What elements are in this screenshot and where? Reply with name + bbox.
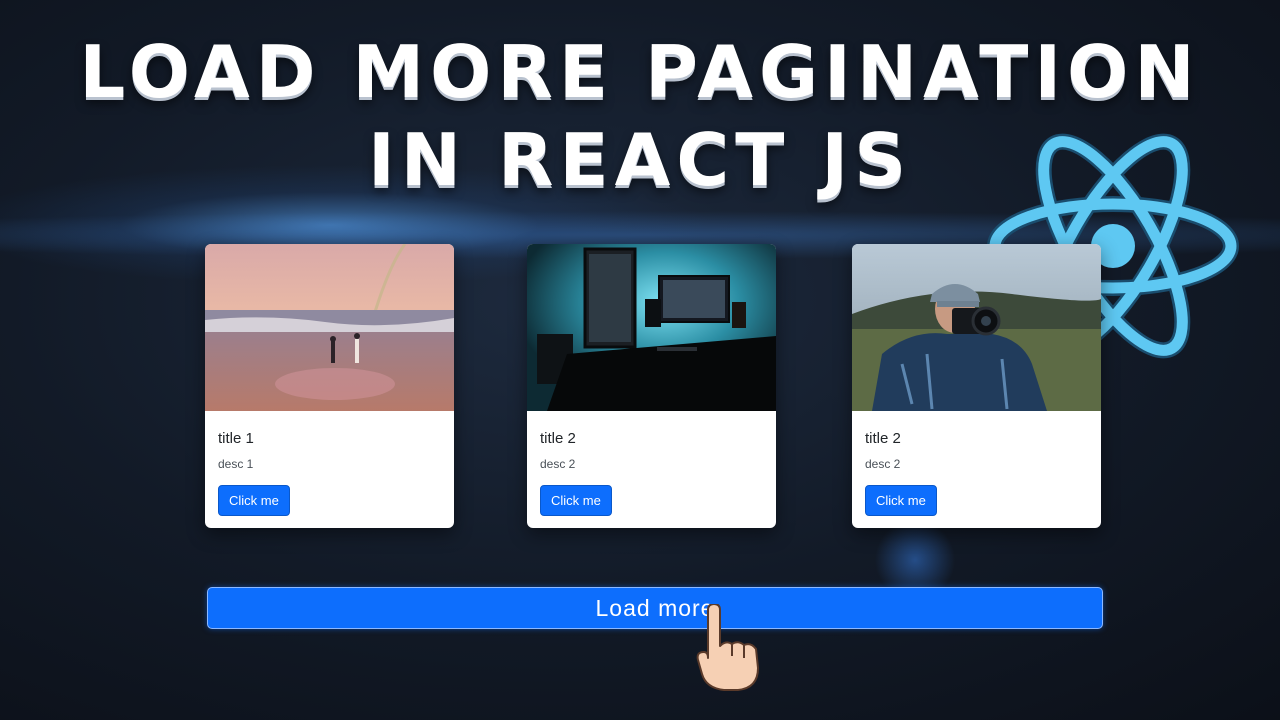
card-title: title 1	[218, 430, 254, 447]
card-description: desc 1	[218, 457, 254, 471]
pointing-hand-cursor-icon	[696, 604, 759, 691]
beach-sunset-couple-photo	[205, 244, 454, 411]
click-me-button[interactable]: Click me	[865, 485, 937, 516]
card-title: title 2	[540, 430, 576, 447]
load-more-button[interactable]: Load more	[207, 587, 1103, 629]
card-description: desc 2	[540, 457, 576, 471]
card-1: title 1 desc 1 Click me	[205, 244, 454, 528]
photographer-with-camera-photo	[852, 244, 1101, 411]
card-description: desc 2	[865, 457, 901, 471]
card-3: title 2 desc 2 Click me	[852, 244, 1101, 528]
desk-monitor-setup-photo	[527, 244, 776, 411]
headline-line-1: LOAD MORE PAGINATION	[79, 30, 1201, 114]
card-title: title 2	[865, 430, 901, 447]
card-2: title 2 desc 2 Click me	[527, 244, 776, 528]
click-me-button[interactable]: Click me	[218, 485, 290, 516]
click-me-button[interactable]: Click me	[540, 485, 612, 516]
